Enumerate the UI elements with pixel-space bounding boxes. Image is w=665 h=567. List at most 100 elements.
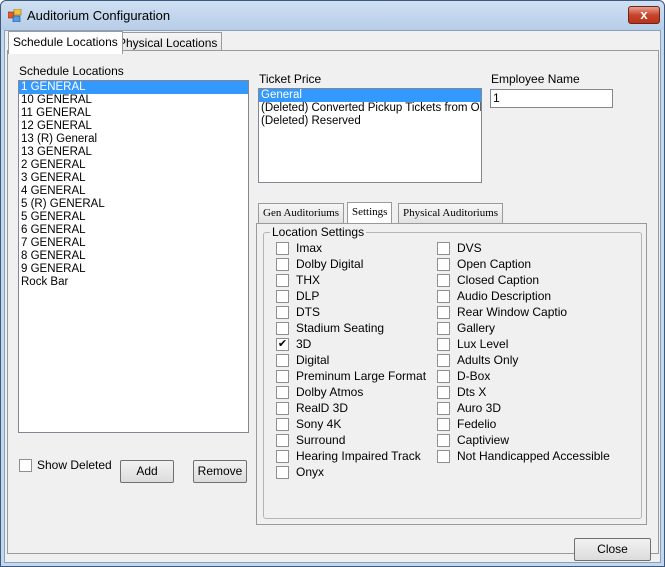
setting-label: Audio Description (457, 289, 552, 303)
title-bar[interactable]: Auditorium Configuration x (1, 1, 664, 30)
setting-label: THX (296, 273, 320, 287)
show-deleted-checkbox[interactable] (19, 459, 32, 472)
schedule-locations-list[interactable]: 1 GENERAL 10 GENERAL 11 GENERAL 12 GENERAL 1… (18, 80, 249, 433)
show-deleted-label: Show Deleted (37, 458, 112, 472)
setting-auro-3d-checkbox[interactable] (437, 402, 450, 415)
setting-thx-checkbox[interactable] (276, 274, 289, 287)
schedule-locations-page: Schedule Locations 1 GENERAL 10 GENERAL 11… (7, 50, 659, 554)
schedule-location-item[interactable]: 11 GENERAL (19, 107, 248, 120)
setting-label: Lux Level (457, 337, 509, 351)
ticket-price-item[interactable]: (Deleted) Converted Pickup Tickets from … (259, 102, 481, 115)
subtab-label: Settings (352, 206, 388, 218)
setting-dlp-checkbox[interactable] (276, 290, 289, 303)
setting-hearing-impaired-track-checkbox[interactable] (276, 450, 289, 463)
setting-fedelio-checkbox[interactable] (437, 418, 450, 431)
setting-label: Imax (296, 241, 323, 255)
setting-rear-window-captio-checkbox[interactable] (437, 306, 450, 319)
setting-preminum-large-format-checkbox[interactable] (276, 370, 289, 383)
setting-label: Rear Window Captio (457, 305, 568, 319)
setting-sony-4k-checkbox[interactable] (276, 418, 289, 431)
tab-label: Schedule Locations (13, 35, 118, 49)
window-close-icon[interactable]: x (628, 6, 660, 24)
setting-label: 3D (296, 337, 312, 351)
close-button[interactable]: Close (574, 538, 651, 561)
schedule-location-item[interactable]: 5 (R) GENERAL (19, 198, 248, 211)
schedule-location-item[interactable]: 4 GENERAL (19, 185, 248, 198)
setting-label: Open Caption (457, 257, 532, 271)
setting-label: Hearing Impaired Track (296, 449, 421, 463)
setting-label: Digital (296, 353, 330, 367)
setting-label: Captiview (457, 433, 510, 447)
setting-3d-checkbox[interactable]: ✔ (276, 338, 289, 351)
schedule-location-item[interactable]: 12 GENERAL (19, 120, 248, 133)
setting-dvs-checkbox[interactable] (437, 242, 450, 255)
schedule-location-item[interactable]: 5 GENERAL (19, 211, 248, 224)
setting-label: Preminum Large Format (296, 369, 427, 383)
employee-name-label: Employee Name (491, 72, 580, 86)
setting-dts-checkbox[interactable] (276, 306, 289, 319)
schedule-location-item[interactable]: Rock Bar (19, 276, 248, 289)
schedule-location-item[interactable]: 9 GENERAL (19, 263, 248, 276)
setting-label: DTS (296, 305, 320, 319)
setting-label: Not Handicapped Accessible (457, 449, 610, 463)
ticket-price-item[interactable]: General (259, 89, 481, 102)
setting-d-box-checkbox[interactable] (437, 370, 450, 383)
setting-stadium-seating-checkbox[interactable] (276, 322, 289, 335)
setting-dolby-atmos-checkbox[interactable] (276, 386, 289, 399)
setting-label: Dolby Atmos (296, 385, 364, 399)
employee-name-field[interactable]: 1 (490, 89, 613, 108)
setting-label: Dolby Digital (296, 257, 364, 271)
app-icon (8, 9, 22, 22)
subtab-settings[interactable]: Settings (347, 202, 393, 223)
setting-gallery-checkbox[interactable] (437, 322, 450, 335)
setting-label: Fedelio (457, 417, 497, 431)
setting-adults-only-checkbox[interactable] (437, 354, 450, 367)
window-title: Auditorium Configuration (27, 8, 171, 23)
schedule-location-item[interactable]: 10 GENERAL (19, 94, 248, 107)
subtab-label: Physical Auditoriums (403, 207, 499, 219)
setting-not-handicapped-accessible-checkbox[interactable] (437, 450, 450, 463)
add-button[interactable]: Add (120, 460, 174, 483)
schedule-location-item[interactable]: 13 GENERAL (19, 146, 248, 159)
setting-label: Onyx (296, 465, 325, 479)
schedule-location-item[interactable]: 8 GENERAL (19, 250, 248, 263)
setting-closed-caption-checkbox[interactable] (437, 274, 450, 287)
setting-label: Closed Caption (457, 273, 540, 287)
setting-dts-x-checkbox[interactable] (437, 386, 450, 399)
ticket-price-label: Ticket Price (259, 72, 322, 86)
setting-label: Gallery (457, 321, 496, 335)
setting-lux-level-checkbox[interactable] (437, 338, 450, 351)
setting-reald-3d-checkbox[interactable] (276, 402, 289, 415)
setting-digital-checkbox[interactable] (276, 354, 289, 367)
schedule-location-item[interactable]: 2 GENERAL (19, 159, 248, 172)
setting-label: Dts X (457, 385, 487, 399)
setting-label: DVS (457, 241, 482, 255)
subtab-gen-auditoriums[interactable]: Gen Auditoriums (258, 203, 345, 223)
setting-surround-checkbox[interactable] (276, 434, 289, 447)
tab-schedule-locations[interactable]: Schedule Locations (8, 31, 123, 54)
client-area: Schedule Locations Physical Locations Sc… (4, 30, 661, 563)
subtab-label: Gen Auditoriums (263, 207, 340, 219)
setting-label: Surround (296, 433, 346, 447)
schedule-location-item[interactable]: 1 GENERAL (19, 81, 248, 94)
subtab-physical-auditoriums[interactable]: Physical Auditoriums (398, 203, 504, 223)
schedule-location-item[interactable]: 6 GENERAL (19, 224, 248, 237)
ticket-price-list[interactable]: General (Deleted) Converted Pickup Ticket… (258, 88, 482, 183)
schedule-location-item[interactable]: 7 GENERAL (19, 237, 248, 250)
setting-label: Stadium Seating (296, 321, 385, 335)
setting-open-caption-checkbox[interactable] (437, 258, 450, 271)
schedule-location-item[interactable]: 3 GENERAL (19, 172, 248, 185)
setting-captiview-checkbox[interactable] (437, 434, 450, 447)
setting-onyx-checkbox[interactable] (276, 466, 289, 479)
schedule-location-item[interactable]: 13 (R) General (19, 133, 248, 146)
schedule-locations-label: Schedule Locations (19, 64, 124, 78)
setting-imax-checkbox[interactable] (276, 242, 289, 255)
setting-dolby-digital-checkbox[interactable] (276, 258, 289, 271)
tab-label: Physical Locations (118, 36, 218, 50)
ticket-price-item[interactable]: (Deleted) Reserved (259, 115, 481, 128)
setting-label: RealD 3D (296, 401, 349, 415)
remove-button[interactable]: Remove (193, 460, 247, 483)
setting-audio-description-checkbox[interactable] (437, 290, 450, 303)
setting-label: Auro 3D (457, 401, 502, 415)
settings-page: Location Settings Imax Dolby Digital THX DL… (256, 223, 647, 525)
